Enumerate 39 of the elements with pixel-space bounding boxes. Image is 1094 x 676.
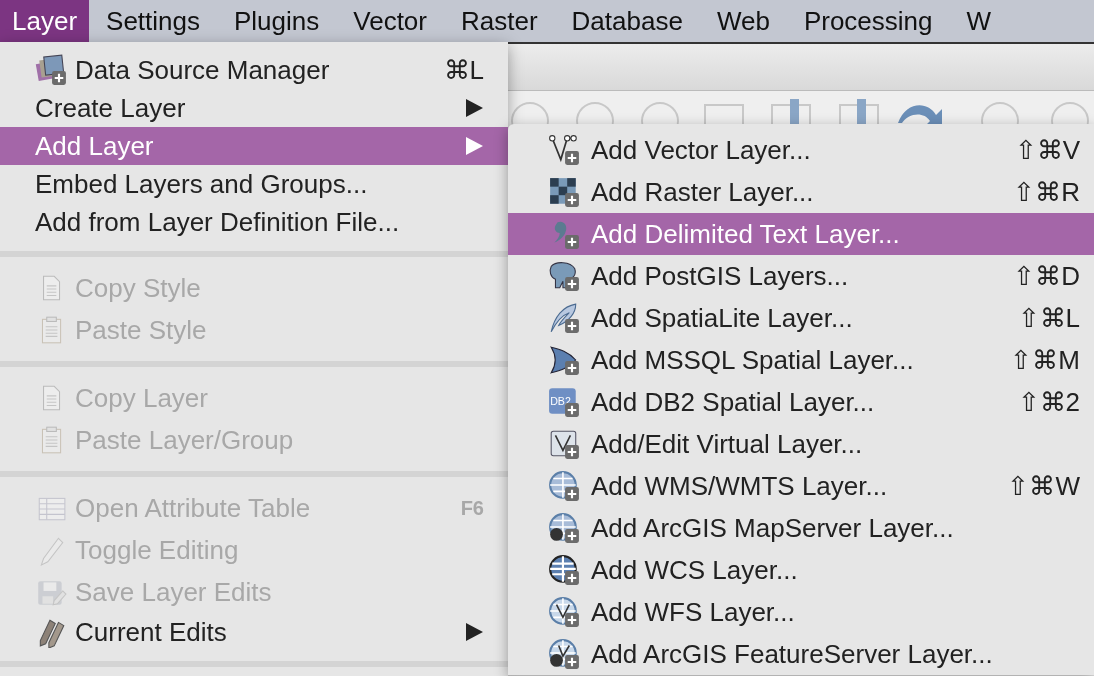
menu-item[interactable]: Add ArcGIS MapServer Layer... [508,507,1094,549]
menu-item[interactable]: Create Layer [0,89,508,127]
menu-item[interactable]: Data Source Manager ⌘L [0,51,508,89]
menu-item[interactable]: Embed Layers and Groups... [0,165,508,203]
feather-icon [548,302,580,334]
virtual-layer-icon [548,428,580,460]
menu-bar-item[interactable]: Settings [89,0,217,42]
menu-item[interactable]: Add from Layer Definition File... [0,203,508,241]
menu-item[interactable]: Current Edits [0,613,508,651]
menu-item[interactable]: Add MSSQL Spatial Layer... ⇧⌘M [508,339,1094,381]
globe-icon [548,512,580,544]
menu-item[interactable]: Add PostGIS Layers... ⇧⌘D [508,255,1094,297]
menu-item[interactable]: Add SpatiaLite Layer... ⇧⌘L [508,297,1094,339]
menu-bar-item[interactable]: Web [699,0,787,42]
menu-bar-item[interactable]: Layer [0,0,90,42]
checkerboard-icon [548,176,580,208]
globe-icon [548,638,580,670]
menu-item[interactable]: Add WCS Layer... [508,549,1094,591]
menu-bar-item[interactable]: Processing [786,0,950,42]
menu-item[interactable]: Add WMS/WMTS Layer... ⇧⌘W [508,465,1094,507]
globe-icon [548,596,580,628]
menu-item[interactable]: Add Raster Layer... ⇧⌘R [508,171,1094,213]
globe-icon [548,470,580,502]
menu-bar-item[interactable]: Plugins [217,0,337,42]
menu-bar-item[interactable]: Raster [444,0,555,42]
menu-item[interactable]: Add Vector Layer... ⇧⌘V [508,129,1094,171]
vector-nodes-icon [548,134,580,166]
menu-item[interactable]: Add WFS Layer... [508,591,1094,633]
layers-icon [35,54,67,86]
menu-item[interactable]: Add/Edit Virtual Layer... [508,423,1094,465]
menu-item[interactable]: Add Delimited Text Layer... [508,213,1094,255]
menu-bar-item[interactable]: Vector [336,0,444,42]
globe-icon [548,554,580,586]
menu-item[interactable]: Add ArcGIS FeatureServer Layer... [508,633,1094,675]
menu-bar-item[interactable]: Database [554,0,700,42]
menu-bar-item[interactable]: W [949,0,1009,42]
elephant-icon [548,260,580,292]
sail-icon [548,344,580,376]
menu-item[interactable]: Add Layer [0,127,508,165]
